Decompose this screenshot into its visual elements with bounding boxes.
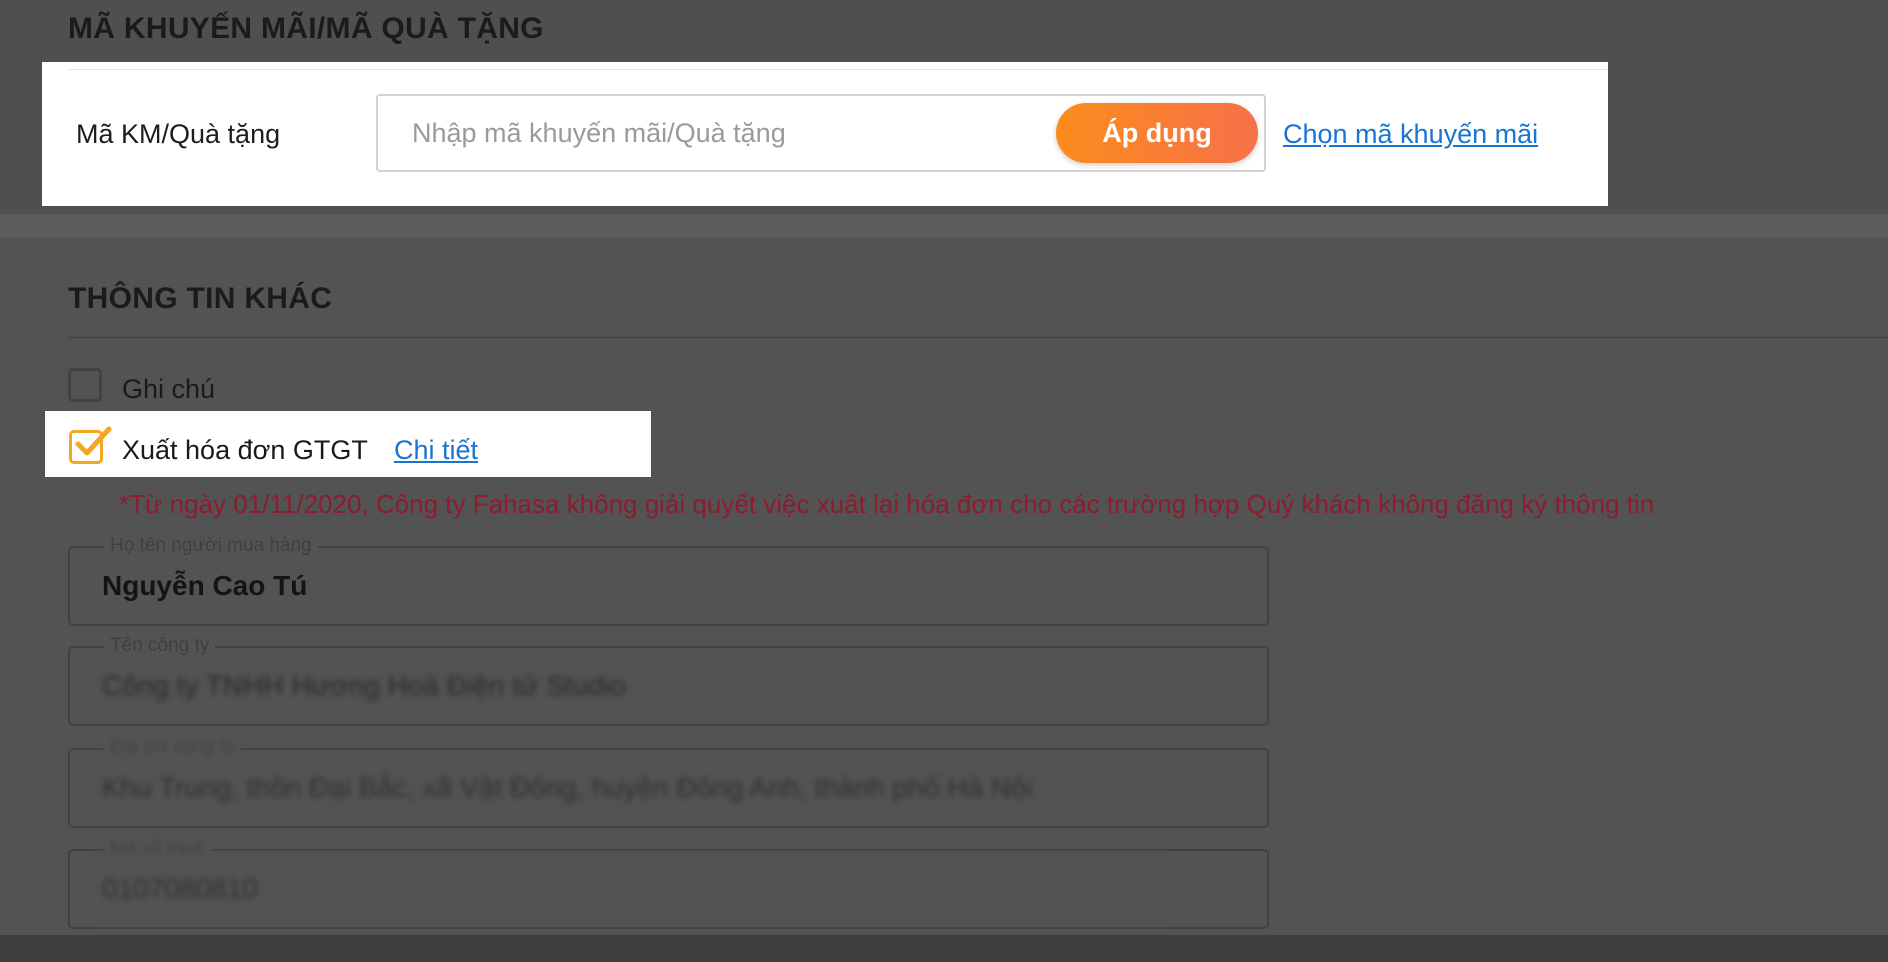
other-info-section-title: THÔNG TIN KHÁC <box>68 282 333 315</box>
buyer-name-value: Nguyễn Cao Tú <box>102 570 308 601</box>
apply-promo-button[interactable]: Áp dụng <box>1056 103 1258 163</box>
note-checkbox[interactable] <box>68 368 102 402</box>
company-name-label: Tên công ty <box>104 634 216 658</box>
blur-overlay <box>93 720 1168 935</box>
promo-section-title: MÃ KHUYẾN MÃI/MÃ QUÀ TẶNG <box>68 12 544 45</box>
divider <box>68 69 1608 70</box>
note-checkbox-label: Ghi chú <box>122 374 216 404</box>
bottom-bar <box>0 935 1888 962</box>
company-name-field[interactable]: Tên công ty Công ty TNHH Hương Hoà Điện … <box>68 634 1269 726</box>
vat-invoice-checkbox[interactable] <box>69 426 112 464</box>
promo-code-card: Mã KM/Quà tặng Áp dụng Chọn mã khuyến mã… <box>42 62 1608 206</box>
checkmark-icon <box>75 426 112 456</box>
company-name-value: Công ty TNHH Hương Hoà Điện tử Studio <box>102 670 626 701</box>
vat-invoice-label: Xuất hóa đơn GTGT <box>122 435 368 465</box>
vat-notice-text: *Từ ngày 01/11/2020, Công ty Fahasa khôn… <box>119 489 1655 519</box>
buyer-name-label: Họ tên người mua hàng <box>104 534 318 558</box>
vat-invoice-card: Xuất hóa đơn GTGT Chi tiết <box>45 411 651 477</box>
vat-detail-link[interactable]: Chi tiết <box>394 435 478 466</box>
divider <box>68 337 1888 338</box>
promo-code-input[interactable] <box>378 96 1038 170</box>
promo-code-input-wrapper: Áp dụng <box>376 94 1266 172</box>
choose-promo-link[interactable]: Chọn mã khuyến mãi <box>1283 119 1538 150</box>
promo-code-label: Mã KM/Quà tặng <box>76 119 281 149</box>
buyer-name-field[interactable]: Họ tên người mua hàng Nguyễn Cao Tú <box>68 534 1269 626</box>
